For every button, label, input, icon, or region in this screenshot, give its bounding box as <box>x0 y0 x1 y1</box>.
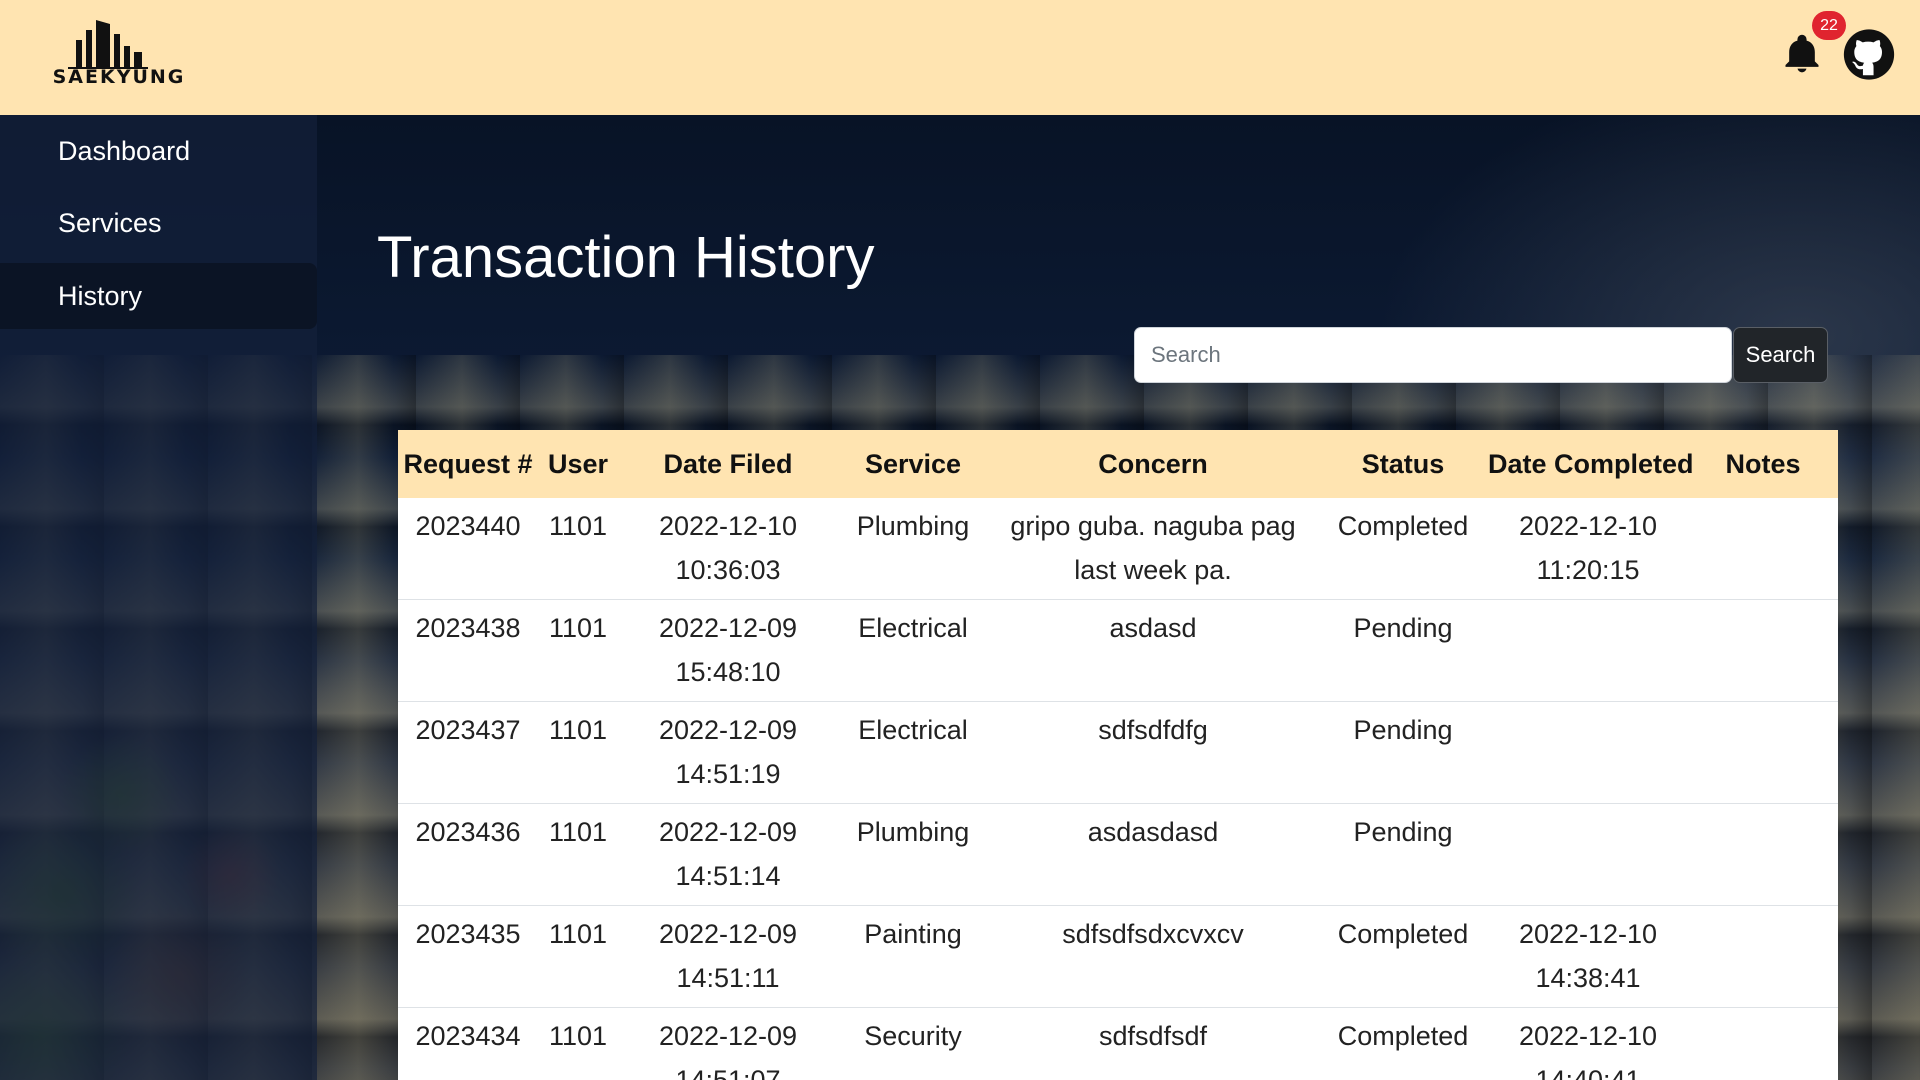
saekyung-logo[interactable]: SAEKYUNG <box>28 20 210 90</box>
notification-bell-icon[interactable] <box>1780 32 1824 76</box>
search-input[interactable] <box>1134 327 1732 383</box>
top-header: SAEKYUNG 22 <box>0 0 1920 115</box>
cell-request: 2023440 <box>398 498 538 600</box>
cell-notes <box>1688 599 1838 702</box>
cell-date-completed: 2022-12-10 14:38:41 <box>1488 905 1688 1008</box>
transaction-table: Request # User Date Filed Service Concer… <box>398 430 1838 1080</box>
cell-status: Completed <box>1318 498 1488 600</box>
notification-count-badge: 22 <box>1812 11 1846 40</box>
cell-concern: sdfsdfdfg <box>988 701 1318 804</box>
cell-concern: gripo guba. naguba pag last week pa. <box>988 498 1318 600</box>
cell-date-completed <box>1488 701 1688 804</box>
cell-request: 2023435 <box>398 905 538 1008</box>
cell-service: Plumbing <box>838 498 988 600</box>
column-header-concern[interactable]: Concern <box>988 430 1318 498</box>
cell-notes <box>1688 701 1838 804</box>
cell-service: Electrical <box>838 701 988 804</box>
cell-service: Painting <box>838 905 988 1008</box>
sidebar-item-history[interactable]: History <box>0 263 317 329</box>
cell-date-filed: 2022-12-09 14:51:11 <box>618 905 838 1008</box>
cell-user: 1101 <box>538 498 618 600</box>
cell-user: 1101 <box>538 599 618 702</box>
cell-status: Pending <box>1318 701 1488 804</box>
table-row[interactable]: 2023440 1101 2022-12-10 10:36:03 Plumbin… <box>398 498 1838 600</box>
sidebar-item-dashboard[interactable]: Dashboard <box>0 118 317 184</box>
cell-date-filed: 2022-12-09 14:51:14 <box>618 803 838 906</box>
table-row[interactable]: 2023437 1101 2022-12-09 14:51:19 Electri… <box>398 701 1838 804</box>
column-header-date-filed[interactable]: Date Filed <box>618 430 838 498</box>
page-title: Transaction History <box>377 225 875 290</box>
table-row[interactable]: 2023434 1101 2022-12-09 14:51:07 Securit… <box>398 1007 1838 1080</box>
cell-date-completed <box>1488 803 1688 906</box>
cell-concern: sdfsdfsdf <box>988 1007 1318 1080</box>
cell-status: Pending <box>1318 803 1488 906</box>
cell-date-completed <box>1488 599 1688 702</box>
cell-request: 2023437 <box>398 701 538 804</box>
cell-date-completed: 2022-12-10 11:20:15 <box>1488 498 1688 600</box>
table-header-row: Request # User Date Filed Service Concer… <box>398 430 1838 498</box>
cell-notes <box>1688 1007 1838 1080</box>
column-header-notes[interactable]: Notes <box>1688 430 1838 498</box>
cell-status: Completed <box>1318 905 1488 1008</box>
cell-user: 1101 <box>538 701 618 804</box>
column-header-request[interactable]: Request # <box>398 430 538 498</box>
table-row[interactable]: 2023435 1101 2022-12-09 14:51:11 Paintin… <box>398 905 1838 1008</box>
cell-date-filed: 2022-12-10 10:36:03 <box>618 498 838 600</box>
column-header-date-completed[interactable]: Date Completed <box>1488 430 1694 498</box>
cell-date-completed: 2022-12-10 14:40:41 <box>1488 1007 1688 1080</box>
cell-notes <box>1688 498 1838 600</box>
column-header-service[interactable]: Service <box>838 430 988 498</box>
cell-service: Plumbing <box>838 803 988 906</box>
cell-notes <box>1688 803 1838 906</box>
cell-concern: asdasdasd <box>988 803 1318 906</box>
sidebar-item-services[interactable]: Services <box>0 190 317 256</box>
cell-request: 2023436 <box>398 803 538 906</box>
cell-date-filed: 2022-12-09 14:51:07 <box>618 1007 838 1080</box>
cell-status: Completed <box>1318 1007 1488 1080</box>
cell-user: 1101 <box>538 803 618 906</box>
github-icon[interactable] <box>1843 26 1895 83</box>
cell-service: Electrical <box>838 599 988 702</box>
cell-user: 1101 <box>538 905 618 1008</box>
column-header-status[interactable]: Status <box>1318 430 1488 498</box>
cell-notes <box>1688 905 1838 1008</box>
transaction-table-container: Request # User Date Filed Service Concer… <box>398 430 1838 1080</box>
cell-request: 2023438 <box>398 599 538 702</box>
building-logo-icon <box>68 20 148 69</box>
column-header-user[interactable]: User <box>538 430 618 498</box>
cell-date-filed: 2022-12-09 14:51:19 <box>618 701 838 804</box>
table-row[interactable]: 2023436 1101 2022-12-09 14:51:14 Plumbin… <box>398 803 1838 906</box>
cell-request: 2023434 <box>398 1007 538 1080</box>
sidebar: Dashboard Services History <box>0 115 317 1080</box>
cell-concern: sdfsdfsdxcvxcv <box>988 905 1318 1008</box>
cell-service: Security <box>838 1007 988 1080</box>
cell-status: Pending <box>1318 599 1488 702</box>
brand-name: SAEKYUNG <box>52 66 186 88</box>
cell-date-filed: 2022-12-09 15:48:10 <box>618 599 838 702</box>
table-row[interactable]: 2023438 1101 2022-12-09 15:48:10 Electri… <box>398 599 1838 702</box>
cell-user: 1101 <box>538 1007 618 1080</box>
search-button[interactable]: Search <box>1733 327 1828 383</box>
cell-concern: asdasd <box>988 599 1318 702</box>
